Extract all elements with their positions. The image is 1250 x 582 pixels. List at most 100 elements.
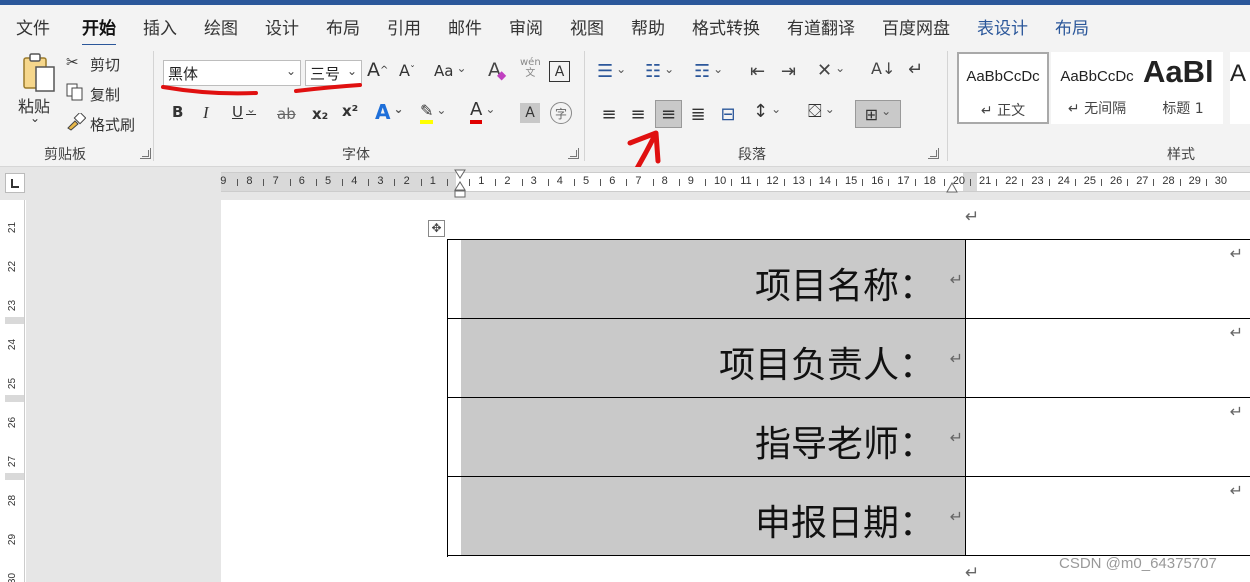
ruler-tick	[469, 179, 471, 186]
copy-icon[interactable]	[66, 83, 84, 101]
ruler-number: 14	[818, 175, 832, 187]
borders-icon[interactable]: ⊞	[855, 100, 901, 128]
indent-marker-icon[interactable]	[454, 169, 466, 199]
cell-end-mark: ↵	[1229, 481, 1243, 500]
paragraph-launcher-icon[interactable]	[928, 148, 939, 159]
vertical-ruler[interactable]: 21 22 23 24 25 26 27 28 29 30	[5, 200, 25, 582]
line-spacing-icon[interactable]: ↕	[753, 101, 781, 122]
enclose-char-icon[interactable]: 字	[550, 102, 572, 124]
label-text: 申报日期：	[754, 503, 935, 544]
cut-button[interactable]: 剪切	[90, 54, 120, 75]
table-move-handle-icon[interactable]: ✥	[428, 220, 445, 237]
font-color-icon[interactable]: A	[470, 99, 495, 124]
ruler-number: 5	[325, 175, 332, 187]
superscript-button[interactable]: x²	[342, 102, 358, 120]
highlight-icon[interactable]: ✎	[420, 101, 446, 124]
font-group-label: 字体	[342, 147, 370, 163]
ruler-number: 11	[740, 175, 752, 187]
grow-font-icon[interactable]: A ^	[367, 59, 388, 81]
char-shading-icon[interactable]: A	[520, 103, 540, 123]
document-table[interactable]: 项目名称： ↵ ↵ 项目负责人： ↵ ↵ 指导老师： ↵ ↵ 申报日期： ↵ ↵	[447, 239, 1250, 557]
vertical-ruler-number: 29	[7, 533, 19, 546]
tab-view[interactable]: 视图	[570, 14, 604, 39]
tab-layout[interactable]: 布局	[326, 14, 360, 39]
ruler-tick	[1074, 179, 1076, 186]
shrink-font-icon[interactable]: Aˇ	[399, 61, 415, 80]
style-normal[interactable]: AaBbCcDc ↵ 正文	[957, 52, 1049, 124]
ruler-tick	[914, 179, 916, 186]
change-case-button[interactable]: Aa	[434, 62, 467, 80]
tab-references[interactable]: 引用	[387, 14, 421, 39]
ruler-number: 17	[897, 175, 910, 187]
style-sample: AaBl	[1143, 54, 1214, 89]
multilevel-list-icon[interactable]: ☶	[694, 61, 723, 82]
ruler-tick	[809, 179, 811, 186]
bold-button[interactable]: B	[172, 103, 183, 121]
ruler-number: 6	[298, 175, 305, 187]
tab-table-design[interactable]: 表设计	[977, 14, 1028, 39]
ruler-tick	[783, 179, 785, 186]
style-heading-2[interactable]: A	[1230, 52, 1250, 124]
clear-format-icon[interactable]: A ◆	[488, 59, 506, 82]
table-label-cell[interactable]: 项目名称： ↵	[461, 240, 966, 318]
sort-icon[interactable]: A↓	[871, 59, 895, 78]
copy-button[interactable]: 复制	[90, 84, 120, 105]
vertical-ruler-row-marker[interactable]	[5, 317, 24, 324]
distributed-icon[interactable]: ⊟	[717, 102, 739, 126]
strikethrough-button[interactable]: ab	[277, 105, 296, 123]
format-painter-icon[interactable]	[66, 113, 86, 131]
decrease-indent-icon[interactable]: ⇤	[750, 61, 765, 82]
underline-button[interactable]: U	[232, 103, 256, 121]
tab-insert[interactable]: 插入	[143, 14, 177, 39]
ruler-tick	[446, 179, 448, 186]
numbering-icon[interactable]: ☷	[645, 61, 674, 82]
style-no-spacing[interactable]: AaBbCcDc ↵ 无间隔	[1051, 52, 1143, 124]
text-effects-icon[interactable]: A	[375, 100, 404, 124]
label-text: 指导老师：	[754, 424, 935, 465]
shading-bucket-icon[interactable]: ⛋	[808, 101, 835, 122]
ruler-number: 9	[220, 175, 227, 187]
tab-design[interactable]: 设计	[265, 14, 299, 39]
clipboard-launcher-icon[interactable]	[140, 148, 151, 159]
ruler-tick	[600, 179, 602, 186]
bullets-icon[interactable]: ☰	[597, 61, 626, 82]
char-border-icon[interactable]: A	[549, 61, 570, 82]
tab-file[interactable]: 文件	[16, 14, 50, 39]
justify-icon[interactable]: ≣	[687, 102, 709, 126]
style-heading-1[interactable]: AaBl 标题 1	[1143, 52, 1223, 124]
horizontal-ruler[interactable]: 9 8 7 6 5 4 3 2 1 1 2 3 4 5 6 7 8 9 10 11 12 13 14 15 16 17 18 20 21…	[220, 172, 1250, 192]
vertical-ruler-row-marker[interactable]	[5, 473, 24, 480]
tab-home[interactable]: 开始	[82, 14, 116, 47]
tab-review[interactable]: 审阅	[509, 14, 543, 39]
format-painter-button[interactable]: 格式刷	[90, 114, 135, 135]
tab-youdao-translate[interactable]: 有道翻译	[787, 14, 855, 39]
vertical-ruler-row-marker[interactable]	[5, 395, 24, 402]
increase-indent-icon[interactable]: ⇥	[781, 61, 796, 82]
tab-selector-icon[interactable]	[5, 173, 25, 193]
table-label-cell[interactable]: 项目负责人： ↵	[461, 319, 966, 397]
tab-mailings[interactable]: 邮件	[448, 14, 482, 39]
paste-icon[interactable]	[21, 53, 57, 93]
align-left-icon[interactable]: ≡	[598, 102, 620, 126]
font-launcher-icon[interactable]	[568, 148, 579, 159]
align-right-icon[interactable]: ≡	[655, 100, 682, 128]
table-label-cell[interactable]: 申报日期： ↵	[461, 477, 966, 555]
align-center-icon[interactable]: ≡	[627, 102, 649, 126]
tab-format-convert[interactable]: 格式转换	[692, 14, 760, 39]
paste-dropdown-icon[interactable]: ⌄	[30, 111, 40, 125]
table-label-cell[interactable]: 指导老师： ↵	[461, 398, 966, 476]
ruler-tick	[394, 179, 396, 186]
tab-help[interactable]: 帮助	[631, 14, 665, 39]
cut-icon[interactable]: ✂	[66, 53, 79, 71]
right-indent-marker-icon[interactable]	[946, 181, 958, 193]
tab-baidu-netdisk[interactable]: 百度网盘	[882, 14, 950, 39]
show-marks-icon[interactable]: ↵	[908, 59, 923, 80]
subscript-button[interactable]: x₂	[312, 105, 328, 123]
ruler-number: 8	[246, 175, 253, 187]
tab-draw[interactable]: 绘图	[204, 14, 238, 39]
ruler-tick	[705, 179, 706, 186]
phonetic-guide-icon[interactable]: wén 文	[520, 57, 541, 79]
tab-table-layout[interactable]: 布局	[1055, 14, 1089, 39]
asian-layout-icon[interactable]: ✕	[817, 60, 845, 81]
italic-button[interactable]: I	[203, 103, 209, 123]
